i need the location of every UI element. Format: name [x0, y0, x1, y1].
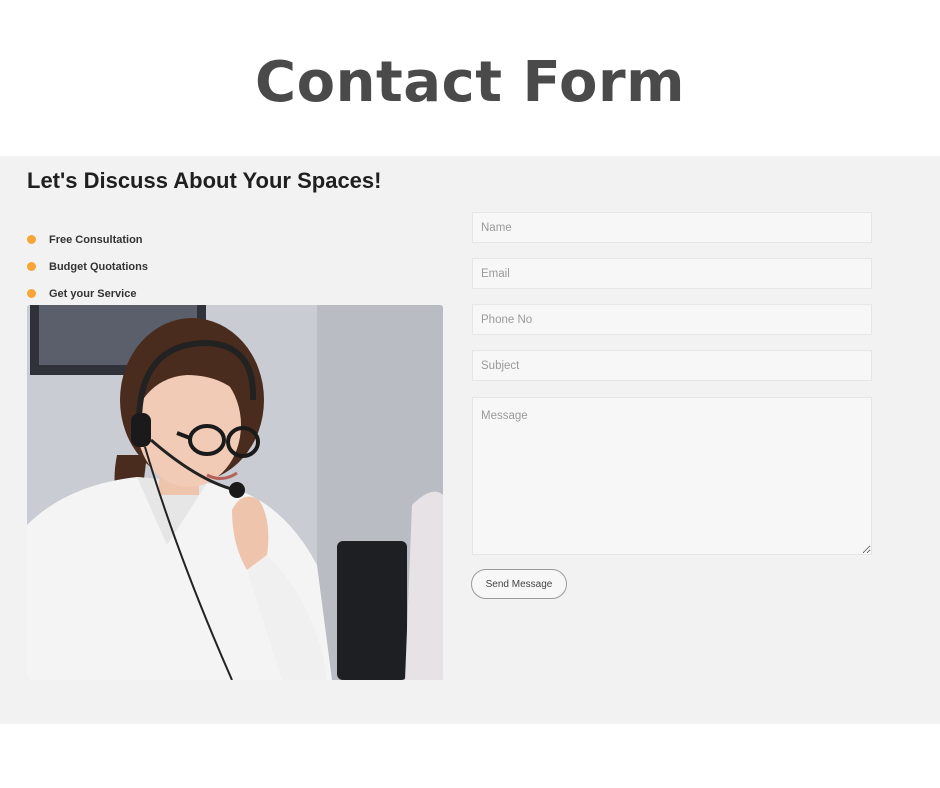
- message-field[interactable]: [472, 397, 872, 555]
- name-field[interactable]: [472, 212, 872, 243]
- bullet-icon: [27, 289, 36, 298]
- section-heading: Let's Discuss About Your Spaces!: [27, 168, 382, 193]
- list-item: Get your Service: [27, 280, 148, 307]
- feature-label: Get your Service: [49, 287, 137, 300]
- page-title: Contact Form: [255, 50, 685, 115]
- feature-list: Free Consultation Budget Quotations Get …: [27, 226, 148, 307]
- bullet-icon: [27, 262, 36, 271]
- feature-label: Budget Quotations: [49, 260, 148, 273]
- contact-section: Let's Discuss About Your Spaces! Free Co…: [0, 156, 940, 724]
- list-item: Free Consultation: [27, 226, 148, 253]
- bullet-icon: [27, 235, 36, 244]
- email-field[interactable]: [472, 258, 872, 289]
- send-message-button[interactable]: Send Message: [471, 569, 567, 599]
- subject-field[interactable]: [472, 350, 872, 381]
- feature-label: Free Consultation: [49, 233, 143, 246]
- support-agent-photo: [27, 305, 443, 680]
- list-item: Budget Quotations: [27, 253, 148, 280]
- phone-field[interactable]: [472, 304, 872, 335]
